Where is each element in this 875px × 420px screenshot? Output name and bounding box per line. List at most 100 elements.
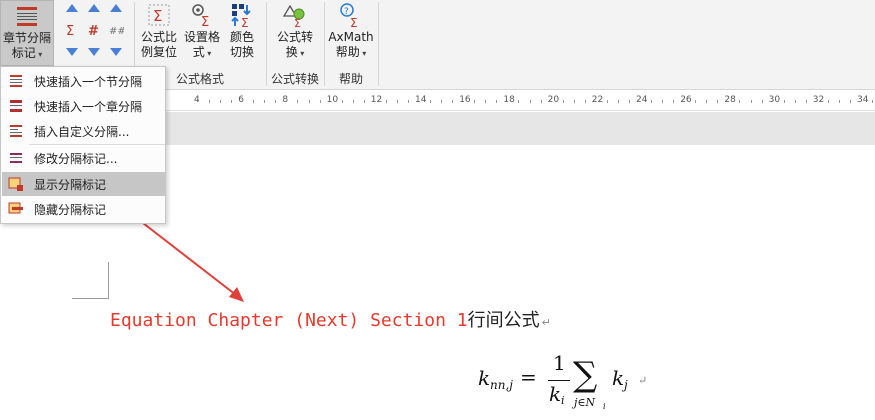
color-switch-icon: Σ — [231, 4, 251, 28]
svg-text:Σ: Σ — [241, 16, 249, 28]
help-icon: ? Σ — [340, 3, 358, 28]
menu-item-label: 快速插入一个章分隔 — [34, 99, 143, 114]
color-switch-button[interactable]: Σ 颜色 切换 — [224, 2, 260, 60]
hash-icon[interactable]: # — [86, 22, 102, 38]
ruler-minor-tick — [761, 100, 763, 103]
axmath-help-label-2: 帮助 ▾ — [335, 45, 367, 59]
ruler-minor-tick — [253, 100, 255, 103]
ruler-minor-tick — [584, 100, 586, 103]
ruler-minor-tick — [485, 100, 487, 103]
ruler-minor-tick — [540, 100, 542, 103]
equation-chapter-field[interactable]: Equation Chapter (Next) Section 1 — [110, 310, 468, 331]
shapes-convert-icon: Σ — [282, 4, 305, 28]
formula-convert-button[interactable]: Σ 公式转 换 ▾ — [270, 2, 320, 61]
svg-text:##: ## — [109, 26, 124, 37]
fraction-bar — [548, 380, 570, 381]
ruler-tick-label: 20 — [547, 95, 560, 105]
ruler-minor-tick — [739, 100, 741, 103]
formula-equals: = — [520, 365, 537, 389]
ruler-tick-label: 26 — [680, 95, 692, 105]
section-break-label-1: 章节分隔 — [2, 31, 51, 45]
formula-denominator-sub: i — [561, 394, 565, 407]
ruler-minor-tick — [496, 100, 498, 103]
svg-text:?: ? — [344, 7, 349, 17]
sigma-icon[interactable]: Σ — [64, 22, 80, 38]
display-formula-text: 行间公式 — [467, 310, 540, 331]
arrow-down-icon[interactable] — [110, 48, 122, 56]
display-formula[interactable]: k nn,j = 1 k i ∑ j∈N i k j ↵ — [470, 350, 670, 416]
arrow-up-icon[interactable] — [110, 4, 122, 12]
menu-item-label: 显示分隔标记 — [34, 177, 107, 192]
ruler-minor-tick — [407, 100, 409, 103]
ruler-minor-tick — [606, 100, 608, 103]
arrow-down-icon[interactable] — [88, 48, 100, 56]
ruler-minor-tick — [319, 100, 321, 103]
ruler-minor-tick — [872, 100, 874, 103]
ruler-tick-label: 14 — [415, 95, 427, 105]
ruler-tick-label: 12 — [370, 95, 383, 105]
chapter-break-icon — [10, 100, 22, 112]
ruler-minor-tick — [264, 100, 266, 103]
edit-mark-icon — [10, 153, 22, 163]
ruler-minor-tick — [308, 100, 310, 103]
ruler-minor-tick — [231, 100, 233, 103]
ruler-minor-tick — [209, 100, 211, 103]
menu-item-show-break-mark[interactable]: 显示分隔标记 — [2, 172, 165, 196]
svg-text:Σ: Σ — [350, 16, 358, 28]
group-label-convert: 公式转换 — [270, 72, 319, 86]
summation-subscript: j∈N — [574, 396, 596, 409]
arrow-up-icon[interactable] — [66, 4, 78, 12]
paragraph-mark: ↵ — [541, 316, 551, 329]
ruler-minor-tick — [849, 100, 851, 103]
formula-convert-label-1: 公式转 — [276, 30, 313, 44]
formula-ratio-reset-button[interactable]: Σ 公式比 例复位 — [138, 2, 180, 60]
ruler-tick-label: 32 — [812, 95, 825, 105]
set-format-button[interactable]: Σ 设置格 式 ▾ — [181, 2, 223, 61]
menu-item-label: 插入自定义分隔... — [34, 124, 130, 139]
arrow-up-icon[interactable] — [88, 4, 100, 12]
ruler-tick-label: 24 — [636, 95, 648, 105]
svg-text:Σ: Σ — [153, 7, 162, 25]
ruler-minor-tick — [452, 100, 454, 103]
formula-denominator-k: k — [549, 382, 562, 406]
formula-paragraph-mark: ↵ — [638, 374, 648, 387]
formula-numerator: 1 — [553, 351, 566, 375]
section-break-dropdown-menu: 快速插入一个节分隔 快速插入一个章分隔 插入自定义分隔... 修改分隔标记...… — [0, 66, 166, 224]
ruler-minor-tick — [441, 100, 443, 103]
set-format-label-2: 式 ▾ — [192, 45, 212, 59]
ruler-tick-label: 18 — [503, 95, 515, 105]
ruler-minor-tick — [562, 100, 564, 103]
menu-item-edit-break-mark[interactable]: 修改分隔标记... — [2, 146, 165, 170]
double-hash-icon[interactable]: ## — [108, 22, 124, 38]
ruler-minor-tick — [275, 100, 277, 103]
formula-rhs-k: k — [612, 366, 625, 390]
ruler-minor-tick — [396, 100, 398, 103]
svg-text:#: # — [88, 24, 99, 38]
ratio-reset-label-2: 例复位 — [140, 45, 177, 59]
color-switch-label-2: 切换 — [229, 45, 254, 59]
menu-item-hide-break-mark[interactable]: 隐藏分隔标记 — [2, 197, 165, 221]
menu-item-label: 修改分隔标记... — [34, 151, 118, 166]
menu-item-insert-chapter-break[interactable]: 快速插入一个章分隔 — [2, 94, 165, 118]
ruler-minor-tick — [573, 100, 575, 103]
section-break-label-2: 标记 ▾ — [11, 46, 43, 60]
section-break-icon — [10, 75, 22, 87]
menu-item-insert-section-break[interactable]: 快速插入一个节分隔 — [2, 69, 165, 93]
section-break-mark-button[interactable]: 章节分隔 标记 ▾ — [0, 0, 54, 66]
ruler-tick-label: 8 — [282, 95, 289, 105]
ruler-minor-tick — [717, 100, 719, 103]
show-mark-icon — [8, 177, 23, 191]
ruler-tick-label: 6 — [238, 95, 244, 105]
equation-chapter-line[interactable]: Equation Chapter (Next) Section 1 行间公式 ↵ — [110, 306, 551, 331]
ruler-minor-tick — [617, 100, 619, 103]
ruler-tick-label: 34 — [857, 95, 869, 105]
axmath-help-button[interactable]: ? Σ AxMath 帮助 ▾ — [326, 2, 376, 61]
arrow-down-icon[interactable] — [66, 48, 78, 56]
ruler-minor-tick — [297, 100, 299, 103]
custom-break-icon — [10, 125, 22, 137]
formula-convert-label-2: 换 ▾ — [285, 45, 305, 59]
formula-lhs-sub: nn,j — [490, 378, 513, 392]
set-format-label-1: 设置格 — [183, 30, 220, 44]
menu-item-insert-custom-break[interactable]: 插入自定义分隔... — [2, 119, 165, 143]
ruler-minor-tick — [220, 100, 222, 103]
